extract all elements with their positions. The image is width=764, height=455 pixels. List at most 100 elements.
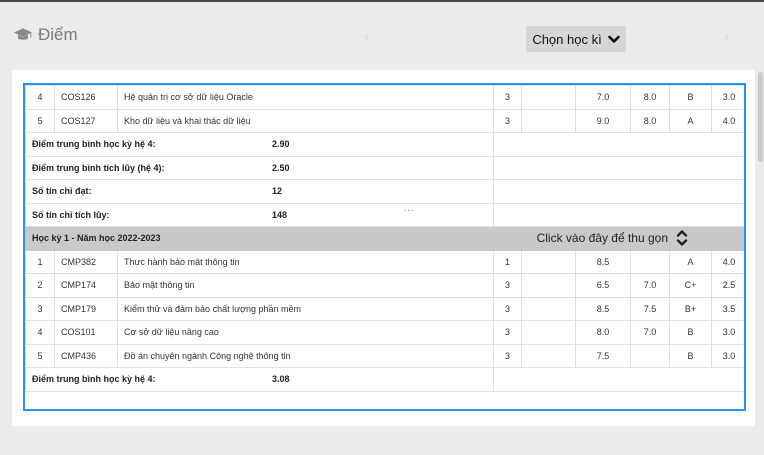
cell-score-2: 7.5 xyxy=(630,296,670,321)
table-row: 5 COS127 Kho dữ liệu và khai thác dữ liệ… xyxy=(25,108,744,133)
summary-label: Điểm trung bình học kỳ hệ 4: xyxy=(32,139,156,150)
cell-letter-grade: A xyxy=(669,108,712,133)
collapse-label: Click vào đây để thu gọn xyxy=(536,231,668,246)
cell-empty xyxy=(521,343,576,368)
cell-letter-grade: B xyxy=(669,320,712,345)
cell-stt: 4 xyxy=(25,320,55,345)
table-row: 5 CMP436 Đồ án chuyên ngành Công nghệ th… xyxy=(25,343,744,368)
cell-score-2: 8.0 xyxy=(630,108,670,133)
cell-credits: 3 xyxy=(493,273,522,298)
cell-score-2: 7.0 xyxy=(630,320,670,345)
scrollbar[interactable] xyxy=(758,72,763,162)
summary-row: Điểm trung bình học kỳ hệ 4: 3.08 xyxy=(25,367,744,392)
cell-course-name: Bảo mật thông tin xyxy=(117,273,494,298)
cell-stt: 5 xyxy=(25,108,55,133)
cell-score-1: 7.5 xyxy=(575,343,631,368)
summary-value: 12 xyxy=(272,186,283,197)
cell-empty xyxy=(521,273,576,298)
table-row: 1 CMP382 Thực hành bảo mật thông tin 1 8… xyxy=(25,249,744,274)
graduation-cap-icon xyxy=(13,28,33,40)
summary-label: Số tín chỉ tích lũy: xyxy=(32,209,110,220)
cell-course-code: CMP179 xyxy=(54,296,118,321)
cell-course-code: CMP382 xyxy=(54,249,118,274)
cell-course-name: Hệ quản trị cơ sở dữ liệu Oracle xyxy=(117,85,494,110)
collapse-toggle[interactable]: Click vào đây để thu gọn xyxy=(528,229,740,247)
cell-score-2: 7.0 xyxy=(630,273,670,298)
cell-course-name: Thực hành bảo mật thông tin xyxy=(117,249,494,274)
semester-select-label: Chọn học kì xyxy=(532,31,602,47)
summary-value: 2.50 xyxy=(272,162,290,173)
table-row: 4 COS101 Cơ sở dữ liệu nâng cao 3 8.0 7.… xyxy=(25,320,744,345)
cell-empty xyxy=(521,296,576,321)
cell-grade-4: 4.0 xyxy=(711,108,744,133)
cell-course-name: Cơ sở dữ liệu nâng cao xyxy=(117,320,494,345)
cell-credits: 3 xyxy=(493,320,522,345)
summary-label: Điểm trung bình học kỳ hệ 4: xyxy=(32,374,156,385)
cell-score-1: 8.5 xyxy=(575,296,631,321)
cell-score-1: 9.0 xyxy=(575,108,631,133)
summary-row: Điểm trung bình tích lũy (hệ 4): 2.50 xyxy=(25,155,744,180)
cell-score-2 xyxy=(630,343,670,368)
chevron-up-down-icon xyxy=(676,230,688,246)
cell-course-code: COS126 xyxy=(54,85,118,110)
chevron-down-icon xyxy=(607,35,620,43)
cell-empty xyxy=(521,108,576,133)
cell-grade-4: 3.0 xyxy=(711,85,744,110)
page-title: Điểm xyxy=(13,25,78,45)
cell-letter-grade: A xyxy=(669,249,712,274)
ellipsis-indicator: ... xyxy=(404,203,415,213)
table-row: 2 CMP174 Bảo mật thông tin 3 6.5 7.0 C+ … xyxy=(25,273,744,298)
cell-letter-grade: C+ xyxy=(669,273,712,298)
cell-grade-4: 4.0 xyxy=(711,249,744,274)
semester-select-button[interactable]: Chọn học kì xyxy=(526,26,626,52)
prev-arrow-icon[interactable]: ‹ xyxy=(364,28,369,46)
cell-letter-grade: B xyxy=(669,85,712,110)
cell-course-code: CMP436 xyxy=(54,343,118,368)
cell-empty xyxy=(521,85,576,110)
cell-empty xyxy=(521,320,576,345)
next-arrow-icon[interactable]: › xyxy=(724,28,729,46)
cell-course-name: Đồ án chuyên ngành Công nghệ thông tin xyxy=(117,343,494,368)
cell-credits: 3 xyxy=(493,85,522,110)
cell-score-1: 7.0 xyxy=(575,85,631,110)
cell-stt: 2 xyxy=(25,273,55,298)
summary-row: Số tín chỉ đạt: 12 xyxy=(25,179,744,204)
summary-value: 2.90 xyxy=(272,139,290,150)
cell-score-2 xyxy=(630,249,670,274)
cell-course-code: CMP174 xyxy=(54,273,118,298)
cell-credits: 3 xyxy=(493,296,522,321)
cell-course-name: Kho dữ liệu và khai thác dữ liệu xyxy=(117,108,494,133)
top-border xyxy=(0,0,764,2)
cell-credits: 3 xyxy=(493,343,522,368)
table-row: 4 COS126 Hệ quản trị cơ sở dữ liệu Oracl… xyxy=(25,85,744,110)
cell-credits: 3 xyxy=(493,108,522,133)
summary-row: Điểm trung bình học kỳ hệ 4: 2.90 xyxy=(25,132,744,157)
cell-score-2: 8.0 xyxy=(630,85,670,110)
summary-value: 148 xyxy=(272,209,288,220)
cell-letter-grade: B xyxy=(669,343,712,368)
table-row: 3 CMP179 Kiểm thử và đảm bảo chất lượng … xyxy=(25,296,744,321)
cell-letter-grade: B+ xyxy=(669,296,712,321)
summary-label: Điểm trung bình tích lũy (hệ 4): xyxy=(32,162,165,173)
cell-credits: 1 xyxy=(493,249,522,274)
cell-stt: 3 xyxy=(25,296,55,321)
summary-value: 3.08 xyxy=(272,374,290,385)
cell-course-code: COS127 xyxy=(54,108,118,133)
cell-grade-4: 3.0 xyxy=(711,320,744,345)
cell-empty xyxy=(521,249,576,274)
cell-course-name: Kiểm thử và đảm bảo chất lượng phần mềm xyxy=(117,296,494,321)
grades-table-frame: 4 COS126 Hệ quản trị cơ sở dữ liệu Oracl… xyxy=(23,83,746,411)
summary-label: Số tín chỉ đạt: xyxy=(32,186,92,197)
cell-grade-4: 3.5 xyxy=(711,296,744,321)
semester-title: Học kỳ 1 - Năm học 2022-2023 xyxy=(25,226,522,251)
cell-score-1: 8.5 xyxy=(575,249,631,274)
cell-grade-4: 2.5 xyxy=(711,273,744,298)
grades-table: 4 COS126 Hệ quản trị cơ sở dữ liệu Oracl… xyxy=(25,85,744,392)
semester-header-row[interactable]: Học kỳ 1 - Năm học 2022-2023 Click vào đ… xyxy=(25,226,744,251)
cell-stt: 1 xyxy=(25,249,55,274)
cell-stt: 5 xyxy=(25,343,55,368)
page-title-text: Điểm xyxy=(38,25,78,44)
cell-course-code: COS101 xyxy=(54,320,118,345)
summary-row: Số tín chỉ tích lũy: 148 xyxy=(25,202,744,227)
cell-grade-4: 3.0 xyxy=(711,343,744,368)
